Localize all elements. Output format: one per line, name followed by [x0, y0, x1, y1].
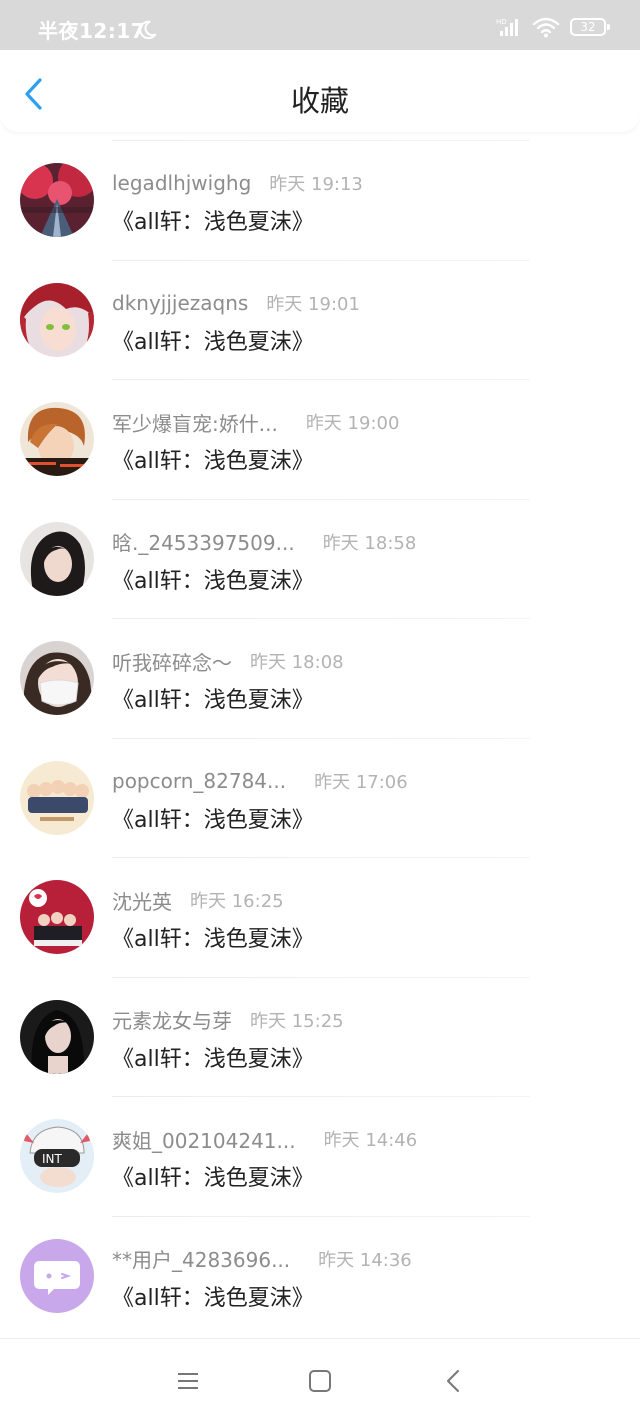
- timestamp: 昨天 19:13: [269, 174, 363, 195]
- list-item[interactable]: 元素龙女与芽 昨天 15:25 《all轩：浅色夏沫》: [0, 976, 640, 1097]
- network-type: HD: [496, 18, 507, 26]
- avatar[interactable]: [20, 521, 94, 596]
- avatar[interactable]: [20, 1238, 94, 1313]
- timestamp: 昨天 17:06: [314, 771, 408, 793]
- battery-icon: 32: [570, 18, 610, 36]
- avatar[interactable]: [20, 760, 94, 835]
- list-item[interactable]: 沈光英 昨天 16:25 《all轩：浅色夏沫》: [0, 857, 640, 977]
- timestamp: 昨天 14:46: [323, 1130, 418, 1151]
- list-item[interactable]: INT 爽姐_002104241... 昨天 14:46 《all轩：浅色夏沫》: [0, 1096, 640, 1216]
- timestamp: 昨天 14:36: [318, 1249, 412, 1271]
- divider: [112, 140, 530, 141]
- timestamp: 昨天 18:58: [322, 532, 417, 554]
- wifi-icon: [532, 17, 560, 38]
- book-title[interactable]: 《all轩：浅色夏沫》: [112, 1160, 314, 1192]
- moon-icon: [139, 20, 157, 40]
- divider: [112, 737, 530, 739]
- back-triangle-icon[interactable]: [440, 1367, 468, 1395]
- battery-level: 32: [580, 20, 596, 34]
- avatar[interactable]: [20, 641, 94, 715]
- book-title[interactable]: 《all轩：浅色夏沫》: [112, 1041, 314, 1073]
- list-item[interactable]: 军少爆盲宠:娇什... 昨天 19:00 《all轩：浅色夏沫》: [0, 379, 640, 499]
- user-name: dknyjjjezaqns: [112, 290, 249, 315]
- status-bar: 半夜12:17 HD 32: [0, 0, 640, 50]
- list-item[interactable]: popcorn_82784... 昨天 17:06 《all轩：浅色夏沫》: [0, 737, 640, 858]
- home-square-icon[interactable]: [306, 1367, 334, 1395]
- system-nav-bar: [0, 1338, 640, 1423]
- user-name: legadlhjwighg: [112, 171, 252, 195]
- avatar[interactable]: [20, 163, 94, 237]
- timestamp: 昨天 19:00: [305, 413, 400, 434]
- menu-icon[interactable]: [174, 1367, 202, 1395]
- timestamp: 昨天 19:01: [266, 293, 360, 315]
- list-item[interactable]: legadlhjwighg 昨天 19:13 《all轩：浅色夏沫》: [0, 140, 640, 260]
- user-name: 听我碎碎念～: [112, 650, 232, 675]
- list-item[interactable]: dknyjjjezaqns 昨天 19:01 《all轩：浅色夏沫》: [0, 259, 640, 380]
- divider: [112, 259, 530, 261]
- user-name: 晗._2453397509...: [112, 531, 295, 555]
- user-name: 爽姐_002104241...: [112, 1128, 296, 1153]
- avatar[interactable]: [20, 282, 94, 357]
- timestamp: 昨天 15:25: [250, 1010, 344, 1032]
- book-title[interactable]: 《all轩：浅色夏沫》: [112, 1280, 314, 1312]
- book-title[interactable]: 《all轩：浅色夏沫》: [112, 802, 314, 834]
- divider: [112, 618, 530, 619]
- book-title[interactable]: 《all轩：浅色夏沫》: [112, 324, 314, 356]
- page-header: 收藏: [0, 50, 640, 132]
- book-title[interactable]: 《all轩：浅色夏沫》: [112, 443, 314, 475]
- page-title: 收藏: [290, 84, 349, 118]
- timestamp: 昨天 18:08: [250, 652, 344, 673]
- book-title[interactable]: 《all轩：浅色夏沫》: [112, 563, 314, 595]
- list-item[interactable]: 听我碎碎念～ 昨天 18:08 《all轩：浅色夏沫》: [0, 618, 640, 738]
- favorites-list: legadlhjwighg 昨天 19:13 《all轩：浅色夏沫》 dknyj…: [0, 140, 640, 1335]
- user-name: 军少爆盲宠:娇什...: [112, 411, 278, 436]
- user-name: popcorn_82784...: [112, 768, 287, 793]
- divider: [112, 1215, 530, 1217]
- book-title[interactable]: 《all轩：浅色夏沫》: [112, 682, 314, 714]
- list-item[interactable]: 晗._2453397509... 昨天 18:58 《all轩：浅色夏沫》: [0, 498, 640, 619]
- status-time: 半夜12:17: [38, 19, 146, 43]
- divider: [112, 857, 530, 858]
- book-title[interactable]: 《all轩：浅色夏沫》: [112, 921, 314, 953]
- user-name: **用户_4283696...: [112, 1248, 291, 1272]
- timestamp: 昨天 16:25: [190, 891, 284, 912]
- list-item[interactable]: **用户_4283696... 昨天 14:36 《all轩：浅色夏沫》: [0, 1215, 640, 1336]
- signal-icon: HD: [496, 18, 518, 36]
- avatar[interactable]: INT: [20, 1119, 94, 1193]
- divider: [112, 1096, 530, 1097]
- divider: [112, 379, 530, 380]
- divider: [112, 498, 530, 500]
- user-name: 元素龙女与芽: [112, 1009, 232, 1033]
- svg-text:INT: INT: [42, 1152, 63, 1166]
- divider: [112, 976, 530, 978]
- avatar[interactable]: [20, 880, 94, 954]
- avatar[interactable]: [20, 402, 94, 476]
- book-title[interactable]: 《all轩：浅色夏沫》: [112, 204, 314, 236]
- avatar[interactable]: [20, 999, 94, 1074]
- user-name: 沈光英: [112, 889, 172, 914]
